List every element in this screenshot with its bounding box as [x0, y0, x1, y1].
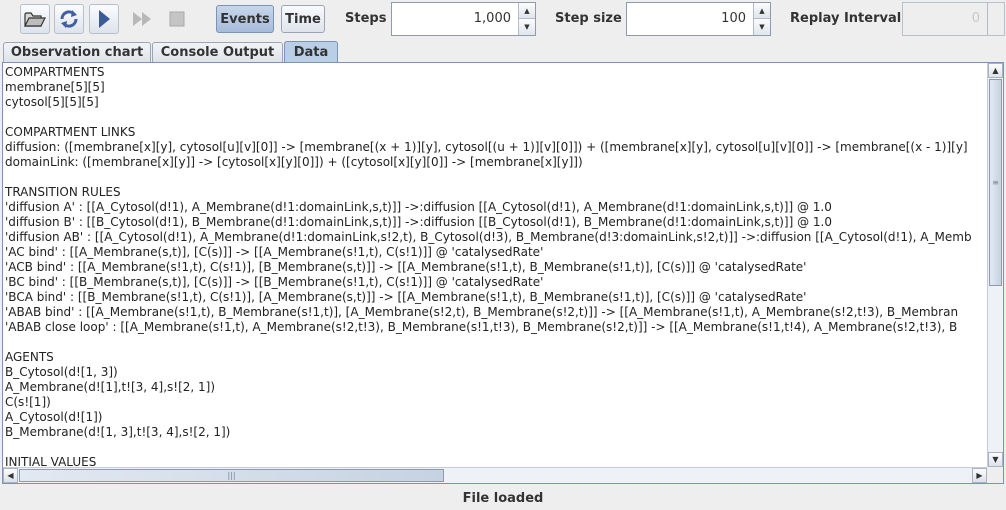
data-line: cytosol[5][5][5]: [5, 95, 99, 109]
data-line: A_Cytosol(d![1]): [5, 410, 103, 424]
data-line: AGENTS: [5, 350, 54, 364]
open-file-button[interactable]: [20, 4, 50, 34]
tab-data[interactable]: Data: [284, 41, 338, 62]
data-line: B_Membrane(d![1, 3],t![3, 4],s![2, 1]): [5, 425, 231, 439]
data-lines: COMPARTMENTS membrane[5][5] cytosol[5][5][…: [5, 65, 972, 467]
scroll-corner: [987, 467, 1003, 483]
data-line: COMPARTMENT LINKS: [5, 125, 136, 139]
status-bar: File loaded: [0, 486, 1006, 510]
scroll-down-icon[interactable]: ▼: [988, 452, 1003, 467]
open-folder-icon: [24, 12, 46, 27]
horizontal-scrollbar[interactable]: ◀ ||| ▶: [3, 467, 987, 483]
toolbar: Events Time Steps 1,000 ▲ ▼ Step size 10…: [0, 0, 1006, 40]
steps-value: 1,000: [473, 11, 511, 26]
data-line: domainLink: ([membrane[x][y]] -> [cytoso…: [5, 155, 583, 169]
data-line: 'BCA bind' : [[B_Membrane(s!1,t), C(s!1)…: [5, 290, 807, 304]
status-text: File loaded: [462, 490, 544, 506]
events-label: Events: [220, 11, 270, 27]
data-text-area[interactable]: COMPARTMENTS membrane[5][5] cytosol[5][5][…: [3, 63, 987, 467]
tab-label: Data: [293, 44, 329, 60]
step-size-label: Step size: [555, 11, 622, 26]
step-size-decrement-icon[interactable]: ▼: [754, 19, 770, 35]
data-line: 'AC bind' : [[A_Membrane(s,t)], [C(s)]] …: [5, 245, 544, 259]
data-line: COMPARTMENTS: [5, 65, 105, 79]
step-size-increment-icon[interactable]: ▲: [754, 3, 770, 19]
scroll-left-icon[interactable]: ◀: [3, 468, 18, 483]
tab-console-output[interactable]: Console Output: [152, 42, 283, 62]
data-line: 'diffusion B' : [[B_Cytosol(d!1), B_Memb…: [5, 215, 832, 229]
horizontal-scroll-thumb[interactable]: |||: [19, 469, 444, 482]
steps-decrement-icon[interactable]: ▼: [519, 19, 535, 35]
time-toggle[interactable]: Time: [281, 5, 325, 33]
steps-spinner[interactable]: 1,000 ▲ ▼: [391, 2, 536, 36]
data-line: 'ACB bind' : [[A_Membrane(s!1,t), C(s!1)…: [5, 260, 807, 274]
fast-forward-button[interactable]: [127, 4, 157, 34]
data-line: 'diffusion AB' : [[A_Cytosol(d!1), A_Mem…: [5, 230, 972, 244]
data-line: diffusion: ([membrane[x][y], cytosol[u][…: [5, 140, 968, 154]
step-size-value: 100: [721, 11, 746, 26]
time-label: Time: [285, 11, 321, 27]
steps-label: Steps: [345, 11, 387, 26]
data-line: C(s![1]): [5, 395, 51, 409]
data-line: [5, 440, 972, 455]
replay-interval-label: Replay Interval: [790, 11, 902, 26]
reload-button[interactable]: [54, 4, 84, 34]
data-line: 'ABAB bind' : [[A_Membrane(s!1,t), B_Mem…: [5, 305, 959, 319]
data-line: [5, 170, 972, 185]
steps-increment-icon[interactable]: ▲: [519, 3, 535, 19]
play-icon: [99, 10, 110, 28]
tab-bar: Observation chart Console Output Data: [0, 40, 1006, 62]
vertical-scrollbar[interactable]: ▲ ≡ ▼: [987, 63, 1003, 467]
data-line: [5, 110, 972, 125]
data-line: 'BC bind' : [[B_Membrane(s,t)], [C(s)]] …: [5, 275, 544, 289]
reload-icon: [60, 10, 78, 28]
data-line: A_Membrane(d![1],t![3, 4],s![2, 1]): [5, 380, 216, 394]
stop-icon: [169, 11, 185, 27]
step-size-spinner[interactable]: 100 ▲ ▼: [626, 2, 771, 36]
data-line: TRANSITION RULES: [5, 185, 121, 199]
data-panel: COMPARTMENTS membrane[5][5] cytosol[5][5][…: [2, 62, 1004, 484]
data-line: INITIAL VALUES: [5, 455, 97, 467]
replay-interval-value: 0: [971, 11, 980, 26]
tab-observation-chart[interactable]: Observation chart: [3, 42, 151, 62]
fast-forward-icon: [133, 12, 151, 26]
scroll-up-icon[interactable]: ▲: [988, 63, 1003, 78]
tab-label: Console Output: [160, 45, 275, 60]
data-line: 'ABAB close loop' : [[A_Membrane(s!1,t),…: [5, 320, 958, 334]
replay-interval-spinner[interactable]: 0: [902, 2, 1005, 36]
data-line: 'diffusion A' : [[A_Cytosol(d!1), A_Memb…: [5, 200, 832, 214]
data-line: membrane[5][5]: [5, 80, 105, 94]
data-line: [5, 335, 972, 350]
events-toggle[interactable]: Events: [216, 5, 274, 33]
vertical-scroll-thumb[interactable]: ≡: [989, 79, 1002, 286]
tab-label: Observation chart: [10, 45, 144, 60]
scroll-right-icon[interactable]: ▶: [972, 468, 987, 483]
data-line: B_Cytosol(d![1, 3]): [5, 365, 118, 379]
play-button[interactable]: [89, 4, 119, 34]
stop-button[interactable]: [162, 4, 192, 34]
